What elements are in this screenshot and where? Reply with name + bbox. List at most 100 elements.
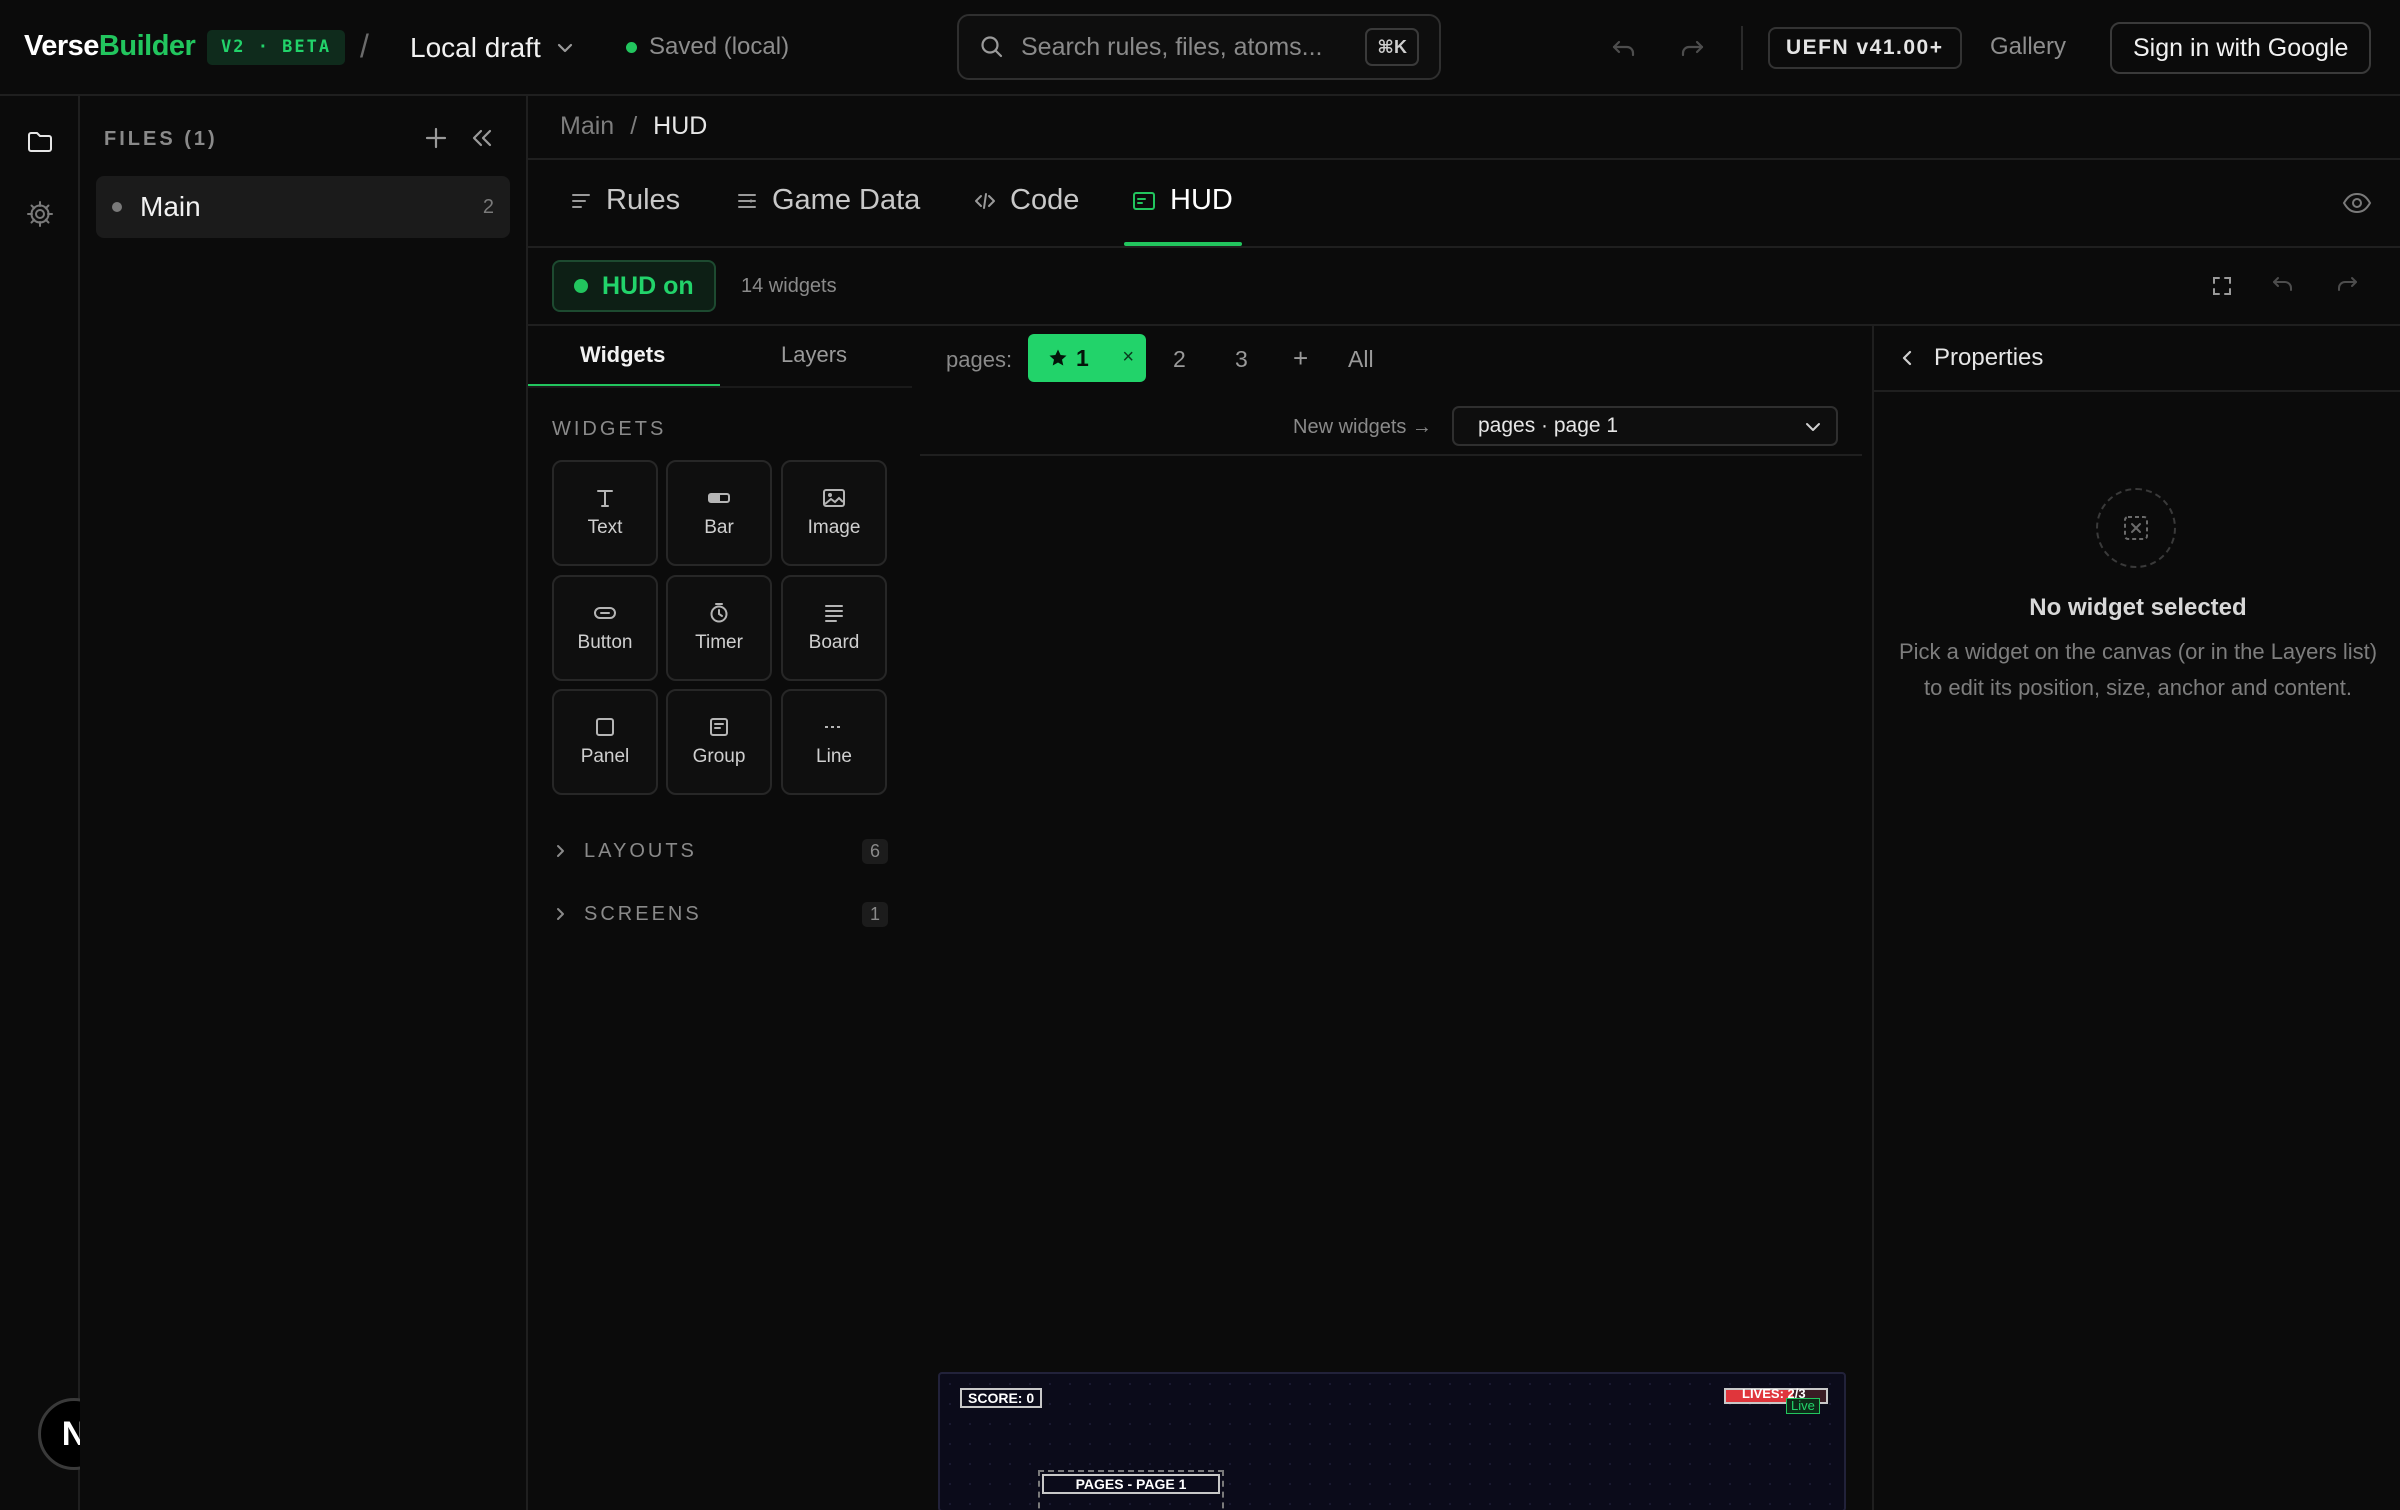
empty-state-title: No widget selected	[2029, 594, 2247, 621]
properties-title: Properties	[1934, 344, 2044, 371]
widget-tile-image[interactable]: Image	[781, 460, 887, 566]
chevrons-left-icon	[468, 124, 496, 152]
version-badge: UEFN v41.00+	[1768, 27, 1962, 69]
app-logo[interactable]: VerseBuilder	[24, 30, 196, 63]
properties-divider	[1874, 390, 2400, 392]
search-bar[interactable]: Search rules, files, atoms... ⌘K	[957, 14, 1441, 80]
line-icon	[823, 716, 845, 738]
page-link-all[interactable]: All	[1348, 346, 1374, 373]
tab-code[interactable]: Code	[974, 184, 1079, 217]
chevron-left-icon	[1900, 349, 1916, 367]
tab-label: HUD	[1170, 184, 1233, 216]
eye-icon	[2342, 188, 2372, 218]
live-tag: Live	[1786, 1398, 1820, 1414]
undo-button[interactable]	[1606, 30, 1642, 66]
breadcrumb-separator: /	[630, 112, 638, 140]
preview-toggle-button[interactable]	[2342, 188, 2372, 218]
undo-icon	[1610, 34, 1638, 62]
hud-undo-button[interactable]	[2270, 272, 2296, 298]
gallery-link[interactable]: Gallery	[1990, 33, 2066, 61]
file-item-main[interactable]: Main 2	[96, 176, 510, 238]
add-file-button[interactable]	[422, 124, 450, 152]
left-rail	[0, 96, 80, 1510]
redo-icon	[2334, 272, 2360, 298]
hud-redo-button[interactable]	[2334, 272, 2360, 298]
folder-icon	[25, 127, 55, 157]
breadcrumb-divider	[528, 158, 2400, 160]
list-icon	[570, 190, 592, 212]
empty-state-description: Pick a widget on the canvas (or in the L…	[1898, 639, 2378, 700]
widget-tile-text[interactable]: Text	[552, 460, 658, 566]
tab-label: Code	[1010, 184, 1080, 216]
page-link-3[interactable]: 3	[1235, 346, 1248, 373]
widget-tile-group[interactable]: Group	[666, 689, 772, 795]
section-screens[interactable]: SCREENS 1	[552, 898, 888, 930]
hud-toggle[interactable]: HUD on	[552, 260, 716, 312]
tab-game-data[interactable]: Game Data	[736, 184, 920, 217]
widget-tile-button[interactable]: Button	[552, 575, 658, 681]
close-page-button[interactable]: ×	[1122, 346, 1134, 369]
files-panel-title: FILES (1)	[104, 128, 218, 150]
section-count: 6	[861, 838, 888, 864]
widget-tile-label: Image	[807, 517, 861, 538]
top-bar: VerseBuilder V2 · BETA / Local draft Sav…	[0, 0, 2400, 96]
target-page-select[interactable]: pages · page 1	[1452, 406, 1838, 446]
file-count: 2	[482, 195, 494, 218]
tab-rules[interactable]: Rules	[570, 184, 680, 217]
image-icon	[822, 487, 846, 509]
logo-text-builder: Builder	[98, 30, 196, 62]
widget-tile-label: Panel	[580, 746, 630, 767]
plus-icon	[422, 124, 450, 152]
collapse-panel-button[interactable]	[468, 124, 496, 152]
breadcrumb-parent[interactable]: Main	[560, 112, 614, 141]
widget-tile-board[interactable]: Board	[781, 575, 887, 681]
redo-icon	[1678, 34, 1706, 62]
breadcrumb-current: HUD	[653, 112, 708, 140]
page-link-2[interactable]: 2	[1173, 346, 1186, 373]
chevron-right-icon	[552, 906, 568, 922]
widget-tile-bar[interactable]: Bar	[666, 460, 772, 566]
rail-settings-button[interactable]	[22, 196, 58, 232]
star-icon	[1048, 348, 1068, 368]
page-widget-outline[interactable]: PAGES - PAGE 1	[1038, 1470, 1224, 1510]
save-status: Saved (local)	[626, 33, 789, 61]
sign-in-button[interactable]: Sign in with Google	[2110, 22, 2372, 74]
hud-canvas[interactable]: SCORE: 0 LIVES: 2/3 Live PAGES - PAGE 1	[938, 1372, 1846, 1510]
score-widget[interactable]: SCORE: 0	[960, 1388, 1043, 1408]
subtab-layers[interactable]: Layers	[781, 342, 847, 368]
draft-selector[interactable]: Local draft	[410, 26, 575, 70]
panel-icon	[594, 716, 616, 738]
search-icon	[979, 34, 1005, 60]
section-layouts[interactable]: LAYOUTS 6	[552, 835, 888, 867]
redo-button[interactable]	[1674, 30, 1710, 66]
save-status-text: Saved (local)	[649, 33, 790, 60]
file-bullet	[112, 202, 122, 212]
search-input[interactable]: Search rules, files, atoms...	[1021, 33, 1349, 62]
widget-tile-panel[interactable]: Panel	[552, 689, 658, 795]
section-label: LAYOUTS	[584, 839, 697, 862]
tab-hud[interactable]: HUD	[1132, 184, 1233, 217]
widget-count: 14 widgets	[741, 275, 837, 297]
page-chip-active[interactable]: 1 ×	[1028, 334, 1146, 382]
gear-icon	[25, 199, 55, 229]
properties-header[interactable]: Properties	[1900, 344, 2043, 372]
hud-icon	[1132, 190, 1156, 212]
chevron-right-icon	[552, 843, 568, 859]
beta-badge: V2 · BETA	[207, 30, 346, 65]
text-icon	[594, 487, 616, 509]
rail-files-button[interactable]	[22, 124, 58, 160]
bar-icon	[707, 487, 731, 509]
subtab-widgets[interactable]: Widgets	[580, 342, 665, 368]
subtabs-divider	[528, 386, 912, 388]
pages-label: pages:	[946, 347, 1013, 372]
tab-label: Rules	[606, 184, 681, 216]
breadcrumb: Main / HUD	[560, 112, 707, 141]
hud-status-label: HUD on	[602, 271, 694, 300]
fullscreen-button[interactable]	[2210, 274, 2234, 298]
add-page-button[interactable]: +	[1293, 343, 1308, 374]
widget-tile-line[interactable]: Line	[781, 689, 887, 795]
chevron-down-icon	[555, 38, 575, 58]
undo-icon	[2270, 272, 2296, 298]
widget-tile-timer[interactable]: Timer	[666, 575, 772, 681]
code-icon	[974, 190, 996, 212]
